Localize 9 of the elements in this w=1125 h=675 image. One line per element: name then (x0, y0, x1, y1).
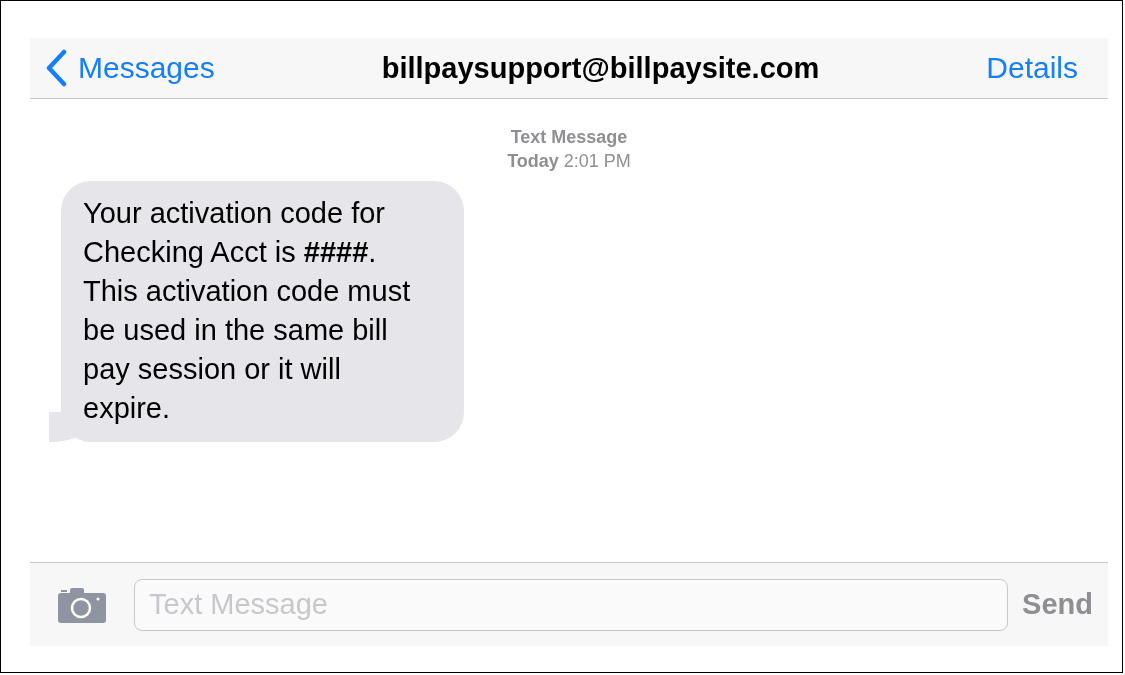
timestamp: Today 2:01 PM (507, 150, 631, 173)
chevron-left-icon (44, 49, 68, 87)
camera-icon[interactable] (58, 586, 106, 623)
message-text: Your activation code for Checking Acct is ####. This activation code must be used in the same bill pay session or it will expire. (83, 196, 411, 426)
message-type-label: Text Message (510, 126, 628, 149)
details-button[interactable]: Details (986, 51, 1078, 85)
send-button[interactable]: Send (1022, 588, 1093, 621)
conversation-title: billpaysupport@billpaysite.com (381, 51, 820, 85)
back-button[interactable]: Messages (44, 49, 215, 87)
